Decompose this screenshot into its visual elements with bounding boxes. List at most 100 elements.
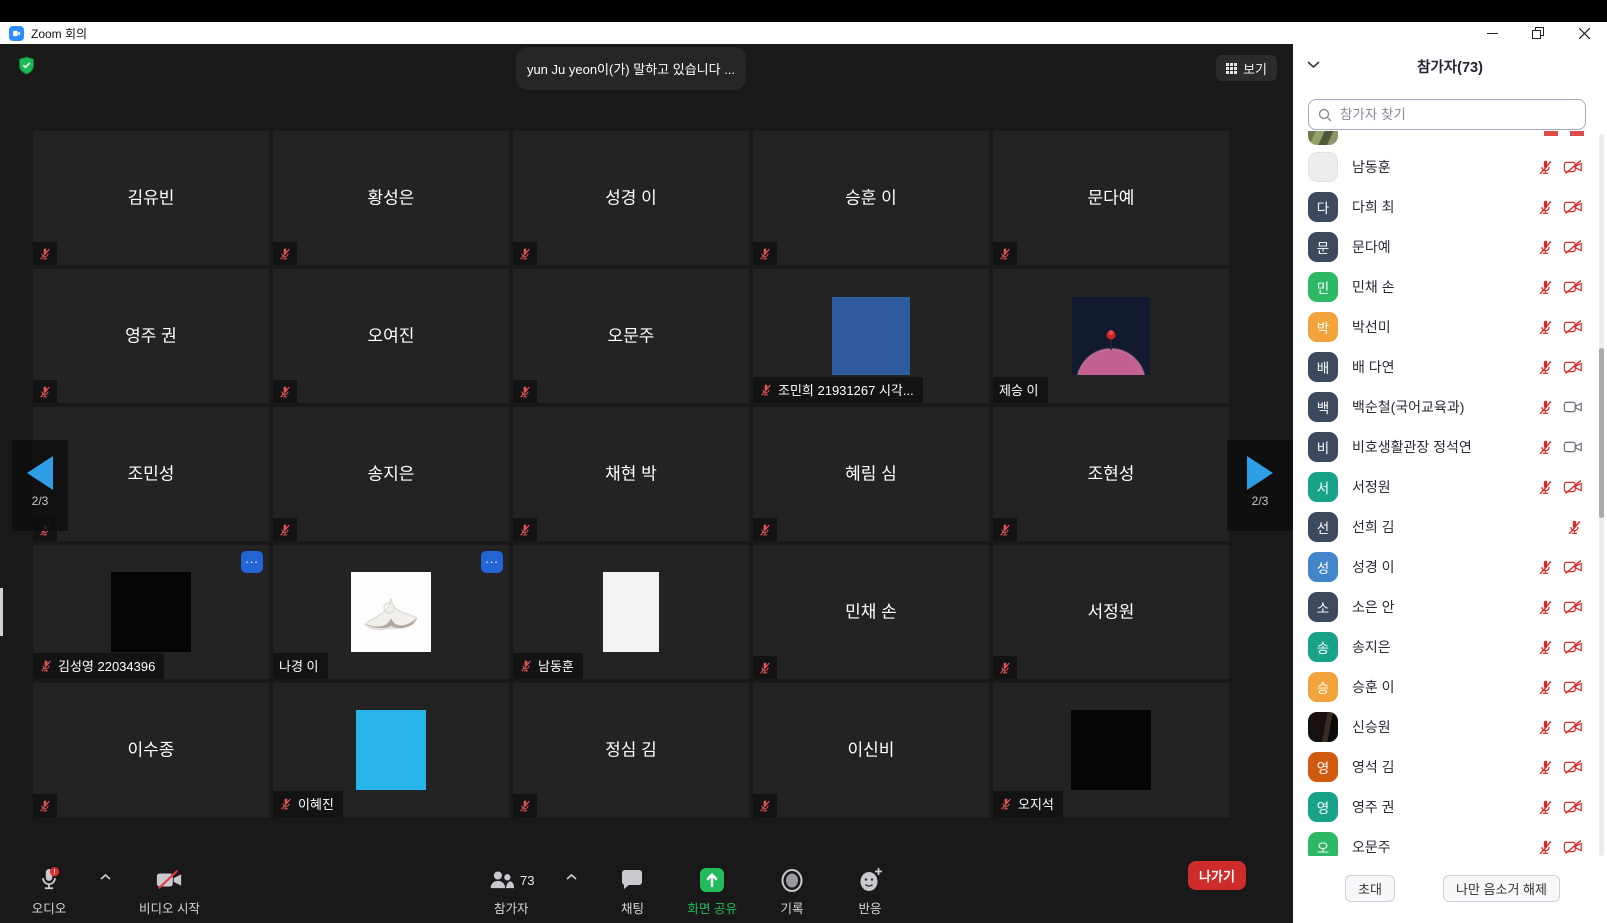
name-label: 남동훈	[513, 653, 583, 679]
mic-muted-chip	[993, 242, 1017, 265]
mic-muted-icon	[518, 523, 532, 537]
video-tile[interactable]: 이신비	[753, 683, 989, 817]
participant-row[interactable]: 다다희 최	[1293, 187, 1607, 227]
video-tile[interactable]: 오문주	[513, 269, 749, 403]
scrollbar-thumb[interactable]	[1599, 348, 1604, 518]
next-page-button[interactable]: 2/3	[1227, 440, 1293, 531]
participant-name: 오지석	[1018, 794, 1054, 813]
mic-muted-icon	[1537, 159, 1554, 176]
participant-name: 나경 이	[279, 656, 319, 675]
collapse-panel-chevron[interactable]	[1307, 60, 1320, 69]
leave-button[interactable]: 나가기	[1188, 861, 1246, 890]
mic-muted-icon	[1537, 799, 1554, 816]
participant-row[interactable]: 영영주 권	[1293, 787, 1607, 827]
participant-row[interactable]: 비비호생활관장 정석연	[1293, 427, 1607, 467]
participant-name: 민채 손	[1352, 277, 1523, 297]
participant-row[interactable]: 서서정원	[1293, 467, 1607, 507]
avatar: 영	[1308, 792, 1338, 822]
participant-row[interactable]: 배배 다연	[1293, 347, 1607, 387]
name-label: 김성영 22034396	[33, 653, 164, 679]
audio-options-chevron[interactable]	[100, 873, 111, 881]
video-tile[interactable]: 조민성	[33, 407, 269, 541]
search-input[interactable]	[1338, 106, 1576, 123]
participants-panel: 참가자(73) 남동훈 다다희 최 문문다예 민민채 손	[1293, 44, 1607, 923]
participants-count: 73	[520, 873, 534, 888]
video-tile[interactable]: 이혜진	[273, 683, 509, 817]
close-button[interactable]	[1561, 22, 1607, 44]
clipped-participant-row[interactable]	[1308, 131, 1592, 147]
record-button[interactable]: 기록	[769, 867, 815, 917]
participant-row[interactable]: 민민채 손	[1293, 267, 1607, 307]
participant-name: 영석 김	[1352, 757, 1523, 777]
participant-name: 신승원	[1352, 717, 1523, 737]
participant-name: 승훈 이	[1352, 677, 1523, 697]
participant-row[interactable]: 남동훈	[1293, 147, 1607, 187]
video-tile[interactable]: 황성은	[273, 131, 509, 265]
video-tile[interactable]: 민채 손	[753, 545, 989, 679]
video-tile[interactable]: 제승 이	[993, 269, 1229, 403]
panel-handle[interactable]	[0, 588, 3, 636]
participant-row[interactable]: 문문다예	[1293, 227, 1607, 267]
audio-button[interactable]: ! 오디오	[26, 867, 72, 917]
window-titlebar: Zoom 회의	[0, 22, 1607, 44]
video-tile[interactable]: 정심 김	[513, 683, 749, 817]
video-tile[interactable]: 오여진	[273, 269, 509, 403]
participant-name: 김유빈	[33, 184, 269, 209]
avatar: 비	[1308, 432, 1338, 462]
participants-button[interactable]: 73 참가자	[488, 867, 534, 917]
video-tile[interactable]: 나경 이...	[273, 545, 509, 679]
chat-button[interactable]: 채팅	[609, 867, 655, 917]
video-tile[interactable]: 혜림 심	[753, 407, 989, 541]
video-tile[interactable]: 오지석	[993, 683, 1229, 817]
video-tile[interactable]: 남동훈	[513, 545, 749, 679]
participant-row[interactable]: 승승훈 이	[1293, 667, 1607, 707]
video-tile[interactable]: 승훈 이	[753, 131, 989, 265]
search-icon	[1318, 108, 1332, 122]
participant-name: 민채 손	[753, 598, 989, 623]
participant-name: 성경 이	[1352, 557, 1523, 577]
video-tile[interactable]: 문다예	[993, 131, 1229, 265]
video-tile[interactable]: 채현 박	[513, 407, 749, 541]
video-tile[interactable]: 서정원	[993, 545, 1229, 679]
participant-row[interactable]: 오오문주	[1293, 827, 1607, 856]
video-tile[interactable]: 김유빈	[33, 131, 269, 265]
security-shield-icon[interactable]	[18, 56, 35, 75]
participant-row[interactable]: 백백순철(국어교육과)	[1293, 387, 1607, 427]
video-tile[interactable]: 조현성	[993, 407, 1229, 541]
camera-off-icon	[1563, 839, 1583, 855]
reactions-icon	[857, 867, 883, 893]
more-icon[interactable]: ...	[481, 551, 503, 573]
invite-button[interactable]: 초대	[1345, 875, 1395, 902]
more-icon[interactable]: ...	[241, 551, 263, 573]
participant-row[interactable]: 성성경 이	[1293, 547, 1607, 587]
participant-row[interactable]: 송송지은	[1293, 627, 1607, 667]
mic-muted-chip	[513, 794, 537, 817]
participant-row[interactable]: 소소은 안	[1293, 587, 1607, 627]
restore-button[interactable]	[1515, 22, 1561, 44]
reactions-button[interactable]: 반응	[847, 867, 893, 917]
participant-name: 백순철(국어교육과)	[1352, 397, 1523, 417]
video-tile[interactable]: 조민희 21931267 시각...	[753, 269, 989, 403]
unmute-all-button[interactable]: 나만 음소거 해제	[1443, 875, 1560, 902]
video-tile[interactable]: 영주 권	[33, 269, 269, 403]
avatar-image	[1071, 710, 1151, 790]
participant-name: 선희 김	[1352, 517, 1552, 537]
view-button[interactable]: 보기	[1216, 55, 1277, 81]
start-video-button[interactable]: 비디오 시작	[139, 867, 200, 917]
minimize-button[interactable]	[1469, 22, 1515, 44]
previous-page-button[interactable]: 2/3	[12, 440, 68, 531]
participant-row[interactable]: 박박선미	[1293, 307, 1607, 347]
mic-muted-icon	[38, 385, 52, 399]
video-tile[interactable]: 성경 이	[513, 131, 749, 265]
video-tile[interactable]: 송지은	[273, 407, 509, 541]
participants-options-chevron[interactable]	[566, 873, 577, 881]
participant-row[interactable]: 신승원	[1293, 707, 1607, 747]
video-tile[interactable]: 김성영 22034396...	[33, 545, 269, 679]
participant-row[interactable]: 선선희 김	[1293, 507, 1607, 547]
speaking-toast: yun Ju yeon이(가) 말하고 있습니다 ...	[516, 47, 746, 90]
video-tile[interactable]: 이수종	[33, 683, 269, 817]
share-screen-button[interactable]: 화면 공유	[687, 867, 736, 917]
mic-muted-icon	[38, 799, 52, 813]
participant-row[interactable]: 영영석 김	[1293, 747, 1607, 787]
mic-muted-chip	[513, 380, 537, 403]
